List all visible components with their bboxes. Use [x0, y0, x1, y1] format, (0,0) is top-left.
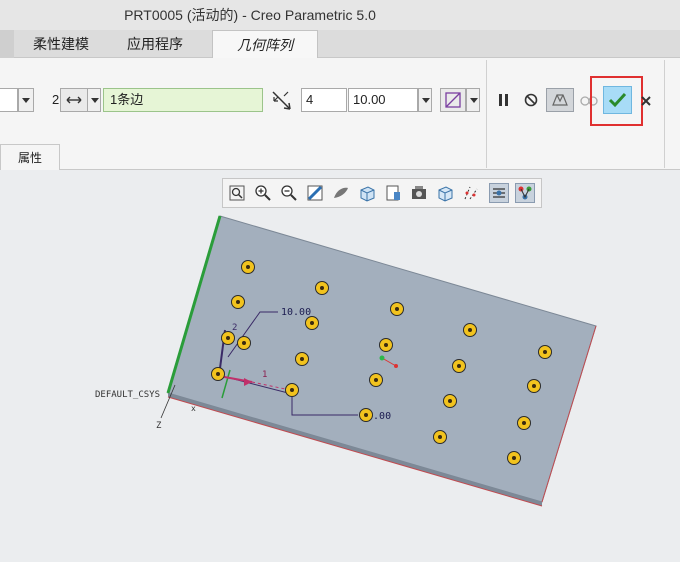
- pattern-hole-center: [364, 413, 368, 417]
- pattern-hole-center: [384, 343, 388, 347]
- pattern-type-field[interactable]: [0, 88, 18, 112]
- member-count-input[interactable]: 4: [301, 88, 347, 112]
- pattern-ribbon: 2 1条边 4 10.00 属性: [0, 58, 680, 170]
- pattern-hole-center: [468, 328, 472, 332]
- cancel-button[interactable]: [638, 92, 654, 110]
- pattern-hole-center: [448, 399, 452, 403]
- direction-type-button[interactable]: [60, 88, 88, 112]
- direction-type-dropdown[interactable]: [87, 88, 101, 112]
- direction-1-label: 1: [262, 370, 267, 380]
- spacing-input[interactable]: 10.00: [348, 88, 418, 112]
- pattern-hole-center: [457, 364, 461, 368]
- pattern-hole-center: [438, 435, 442, 439]
- tab-properties[interactable]: 属性: [0, 144, 60, 170]
- preview-icon: [552, 94, 568, 106]
- pattern-hole-center: [226, 336, 230, 340]
- pause-button[interactable]: [493, 89, 515, 111]
- pattern-hole-center: [290, 388, 294, 392]
- tab-overflow[interactable]: [0, 30, 14, 58]
- pause-icon: [499, 94, 508, 106]
- pattern-hole-center: [216, 372, 220, 376]
- checkmark-icon: [608, 92, 627, 108]
- ribbon-separator: [486, 60, 487, 168]
- pattern-hole-center: [242, 341, 246, 345]
- csys-axis-z-label: Z: [156, 421, 162, 431]
- pattern-type-dropdown[interactable]: [18, 88, 34, 112]
- ribbon-tabbar: 柔性建模 应用程序 几何阵列: [0, 30, 680, 59]
- preview-button[interactable]: [546, 88, 574, 112]
- window-title: PRT0005 (活动的) - Creo Parametric 5.0: [124, 7, 376, 23]
- direction-2-label: 2: [232, 323, 237, 333]
- tab-applications[interactable]: 应用程序: [108, 30, 202, 58]
- pattern-hole-center: [395, 307, 399, 311]
- csys-axis-x-label: x: [191, 404, 196, 413]
- ok-button[interactable]: [603, 86, 632, 114]
- ribbon-separator-right: [664, 60, 665, 168]
- pattern-hole-center: [543, 350, 547, 354]
- bidirectional-arrow-icon: [66, 96, 82, 104]
- pattern-hole-center: [246, 265, 250, 269]
- spacing-dropdown[interactable]: [418, 88, 432, 112]
- no-preview-button[interactable]: [520, 89, 542, 111]
- no-preview-icon: [524, 93, 538, 107]
- pattern-hole-center: [374, 378, 378, 382]
- pattern-hole-center: [300, 357, 304, 361]
- tab-geometry-pattern[interactable]: 几何阵列: [212, 30, 318, 59]
- reference-collector[interactable]: 1条边: [103, 88, 263, 112]
- dimension-spacing-label[interactable]: 10.00: [281, 307, 311, 318]
- pattern-hole-center: [522, 421, 526, 425]
- csys-label: DEFAULT_CSYS: [95, 390, 160, 400]
- center-marker-red: [394, 364, 398, 368]
- window-titlebar: PRT0005 (活动的) - Creo Parametric 5.0: [0, 0, 680, 30]
- pattern-hole-center: [512, 456, 516, 460]
- flip-direction-icon: [272, 91, 291, 110]
- pattern-hole-center: [532, 384, 536, 388]
- pattern-option-dropdown[interactable]: [466, 88, 480, 112]
- flip-direction-button[interactable]: [270, 88, 294, 112]
- model-canvas[interactable]: 10.00 20.00 DEFAULT_CSYS Z x 1 2: [0, 171, 680, 562]
- pattern-option-icon: [445, 92, 461, 108]
- center-marker-green: [379, 355, 385, 361]
- close-icon: [641, 96, 651, 106]
- pattern-hole-center: [320, 286, 324, 290]
- tab-flexible-modeling[interactable]: 柔性建模: [15, 30, 107, 58]
- pattern-hole-center: [236, 300, 240, 304]
- pattern-option-button[interactable]: [440, 88, 466, 112]
- pattern-hole-center: [310, 321, 314, 325]
